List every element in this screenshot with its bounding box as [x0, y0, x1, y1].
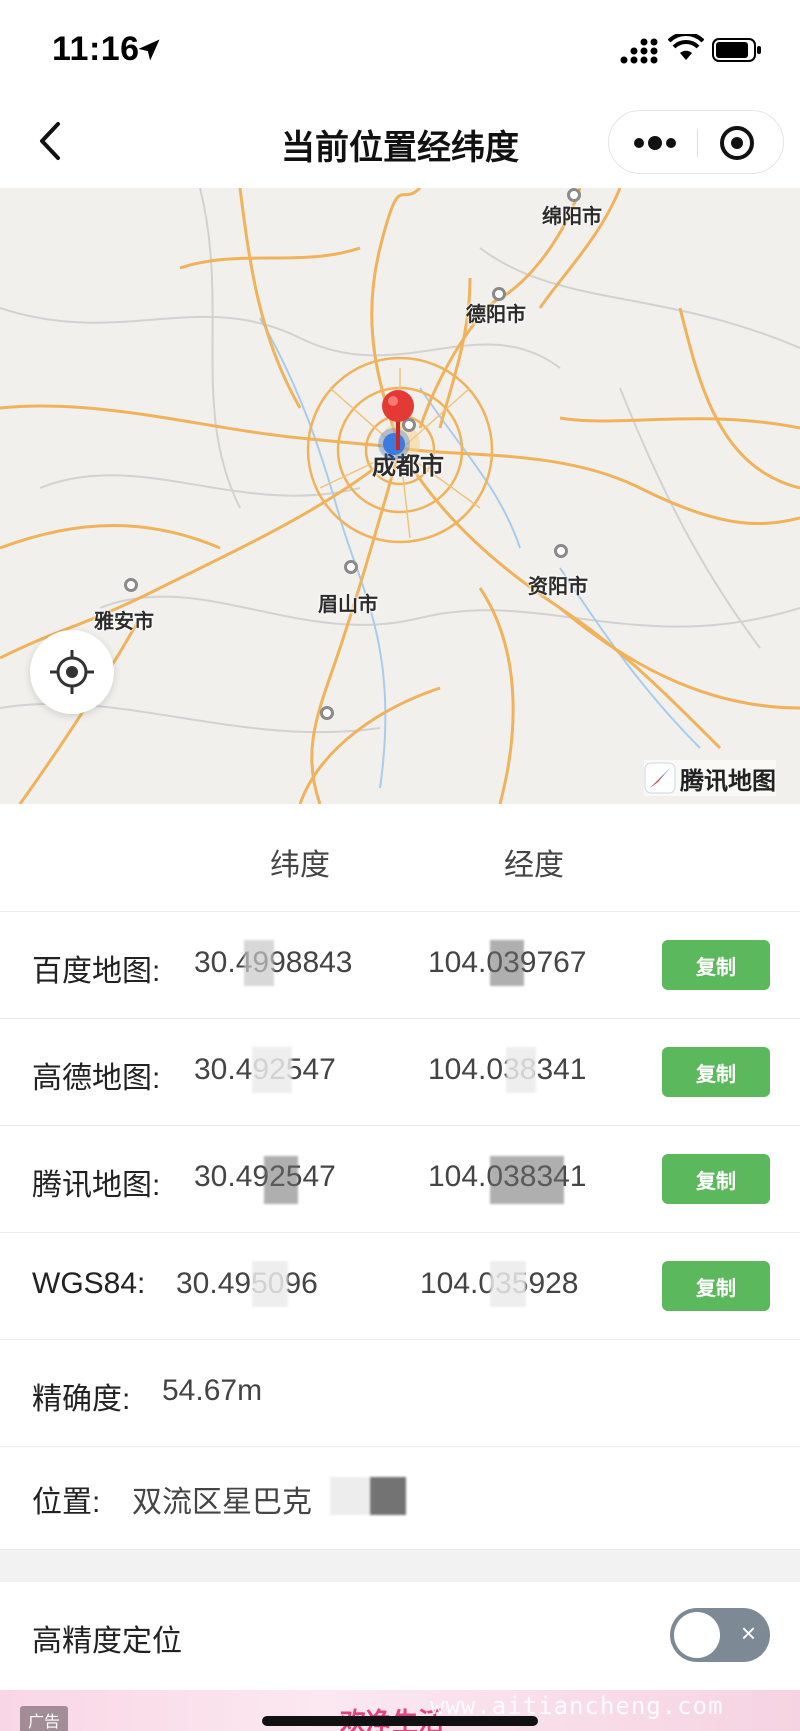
close-miniprogram-icon[interactable] [697, 111, 785, 175]
city-label-mianyang: 绵阳市 [542, 206, 602, 228]
high-precision-toggle[interactable]: × [670, 1608, 770, 1662]
redaction-mask [252, 1261, 288, 1307]
copy-wgs84-button[interactable]: 复制 [662, 1261, 770, 1311]
coordinate-row-wgs84: WGS84: 30.495096 104.035928 复制 [0, 1233, 800, 1340]
toggle-knob [674, 1612, 720, 1658]
home-indicator [262, 1716, 538, 1726]
toggle-off-icon: × [740, 1618, 756, 1648]
map-logo-text: 腾讯地图 [680, 767, 776, 795]
city-dot-ziyang [554, 544, 568, 558]
coordinate-row-amap: 高德地图: 30.492547 104.038341 复制 [0, 1019, 800, 1126]
position-value: 双流区星巴克 [132, 1486, 312, 1519]
location-arrow-icon [138, 39, 160, 61]
redaction-mask [330, 1477, 370, 1515]
cellular-signal-icon [620, 38, 658, 64]
map-roads [0, 188, 800, 804]
accuracy-value: 54.67m [162, 1374, 263, 1407]
tencent-map-logo: 腾讯地图 [644, 760, 776, 796]
row-label: 腾讯地图: [32, 1169, 161, 1202]
crosshair-icon [50, 650, 94, 694]
ad-tag: 广告 [20, 1706, 69, 1731]
copy-amap-button[interactable]: 复制 [662, 1047, 770, 1097]
longitude-header: 经度 [504, 849, 564, 882]
section-gap [0, 1550, 800, 1582]
compass-logo-icon [644, 762, 676, 794]
latitude-value: 30.495096 [176, 1267, 318, 1300]
redaction-mask [490, 1261, 526, 1307]
miniprogram-capsule [608, 110, 784, 174]
row-label: 百度地图: [32, 955, 161, 988]
position-row: 位置: 双流区星巴克 [0, 1443, 800, 1550]
city-label-meishan: 眉山市 [318, 594, 378, 616]
latitude-header: 纬度 [270, 849, 330, 882]
redaction-mask [264, 1156, 298, 1204]
redaction-mask [370, 1477, 406, 1515]
coordinate-column-headers: 纬度 经度 [0, 804, 800, 912]
more-dots-icon[interactable] [609, 111, 697, 175]
city-dot-yaan [124, 578, 138, 592]
city-label-ziyang: 资阳市 [528, 576, 588, 598]
map-view[interactable]: 绵阳市 德阳市 成都市 眉山市 资阳市 雅安市 腾讯地图 [0, 188, 800, 804]
redaction-mask [244, 940, 274, 986]
copy-tencent-button[interactable]: 复制 [662, 1154, 770, 1204]
accuracy-row: 精确度: 54.67m [0, 1340, 800, 1447]
redaction-mask [490, 1156, 564, 1204]
wifi-icon [668, 34, 704, 60]
city-dot-south [320, 706, 334, 720]
status-time: 11:16 [52, 30, 140, 68]
coordinate-row-tencent: 腾讯地图: 30.492547 104.038341 复制 [0, 1126, 800, 1233]
high-precision-label: 高精度定位 [32, 1625, 182, 1658]
navigation-bar: 当前位置经纬度 [0, 96, 800, 188]
row-label: 高德地图: [32, 1062, 161, 1095]
battery-icon [712, 38, 761, 62]
location-pin-icon [382, 390, 414, 450]
locate-me-button[interactable] [30, 630, 114, 714]
status-bar: 11:16 [0, 0, 800, 96]
accuracy-label: 精确度: [32, 1383, 131, 1416]
redaction-mask [252, 1047, 292, 1093]
high-precision-row: 高精度定位 × [0, 1582, 800, 1690]
redaction-mask [506, 1047, 536, 1093]
city-dot-meishan [344, 560, 358, 574]
position-label: 位置: [32, 1486, 101, 1519]
redaction-mask [490, 940, 524, 986]
coordinate-row-baidu: 百度地图: 30.4998843 104.039767 复制 [0, 912, 800, 1019]
copy-baidu-button[interactable]: 复制 [662, 940, 770, 990]
city-label-deyang: 德阳市 [466, 304, 526, 326]
row-label: WGS84: [32, 1267, 146, 1300]
